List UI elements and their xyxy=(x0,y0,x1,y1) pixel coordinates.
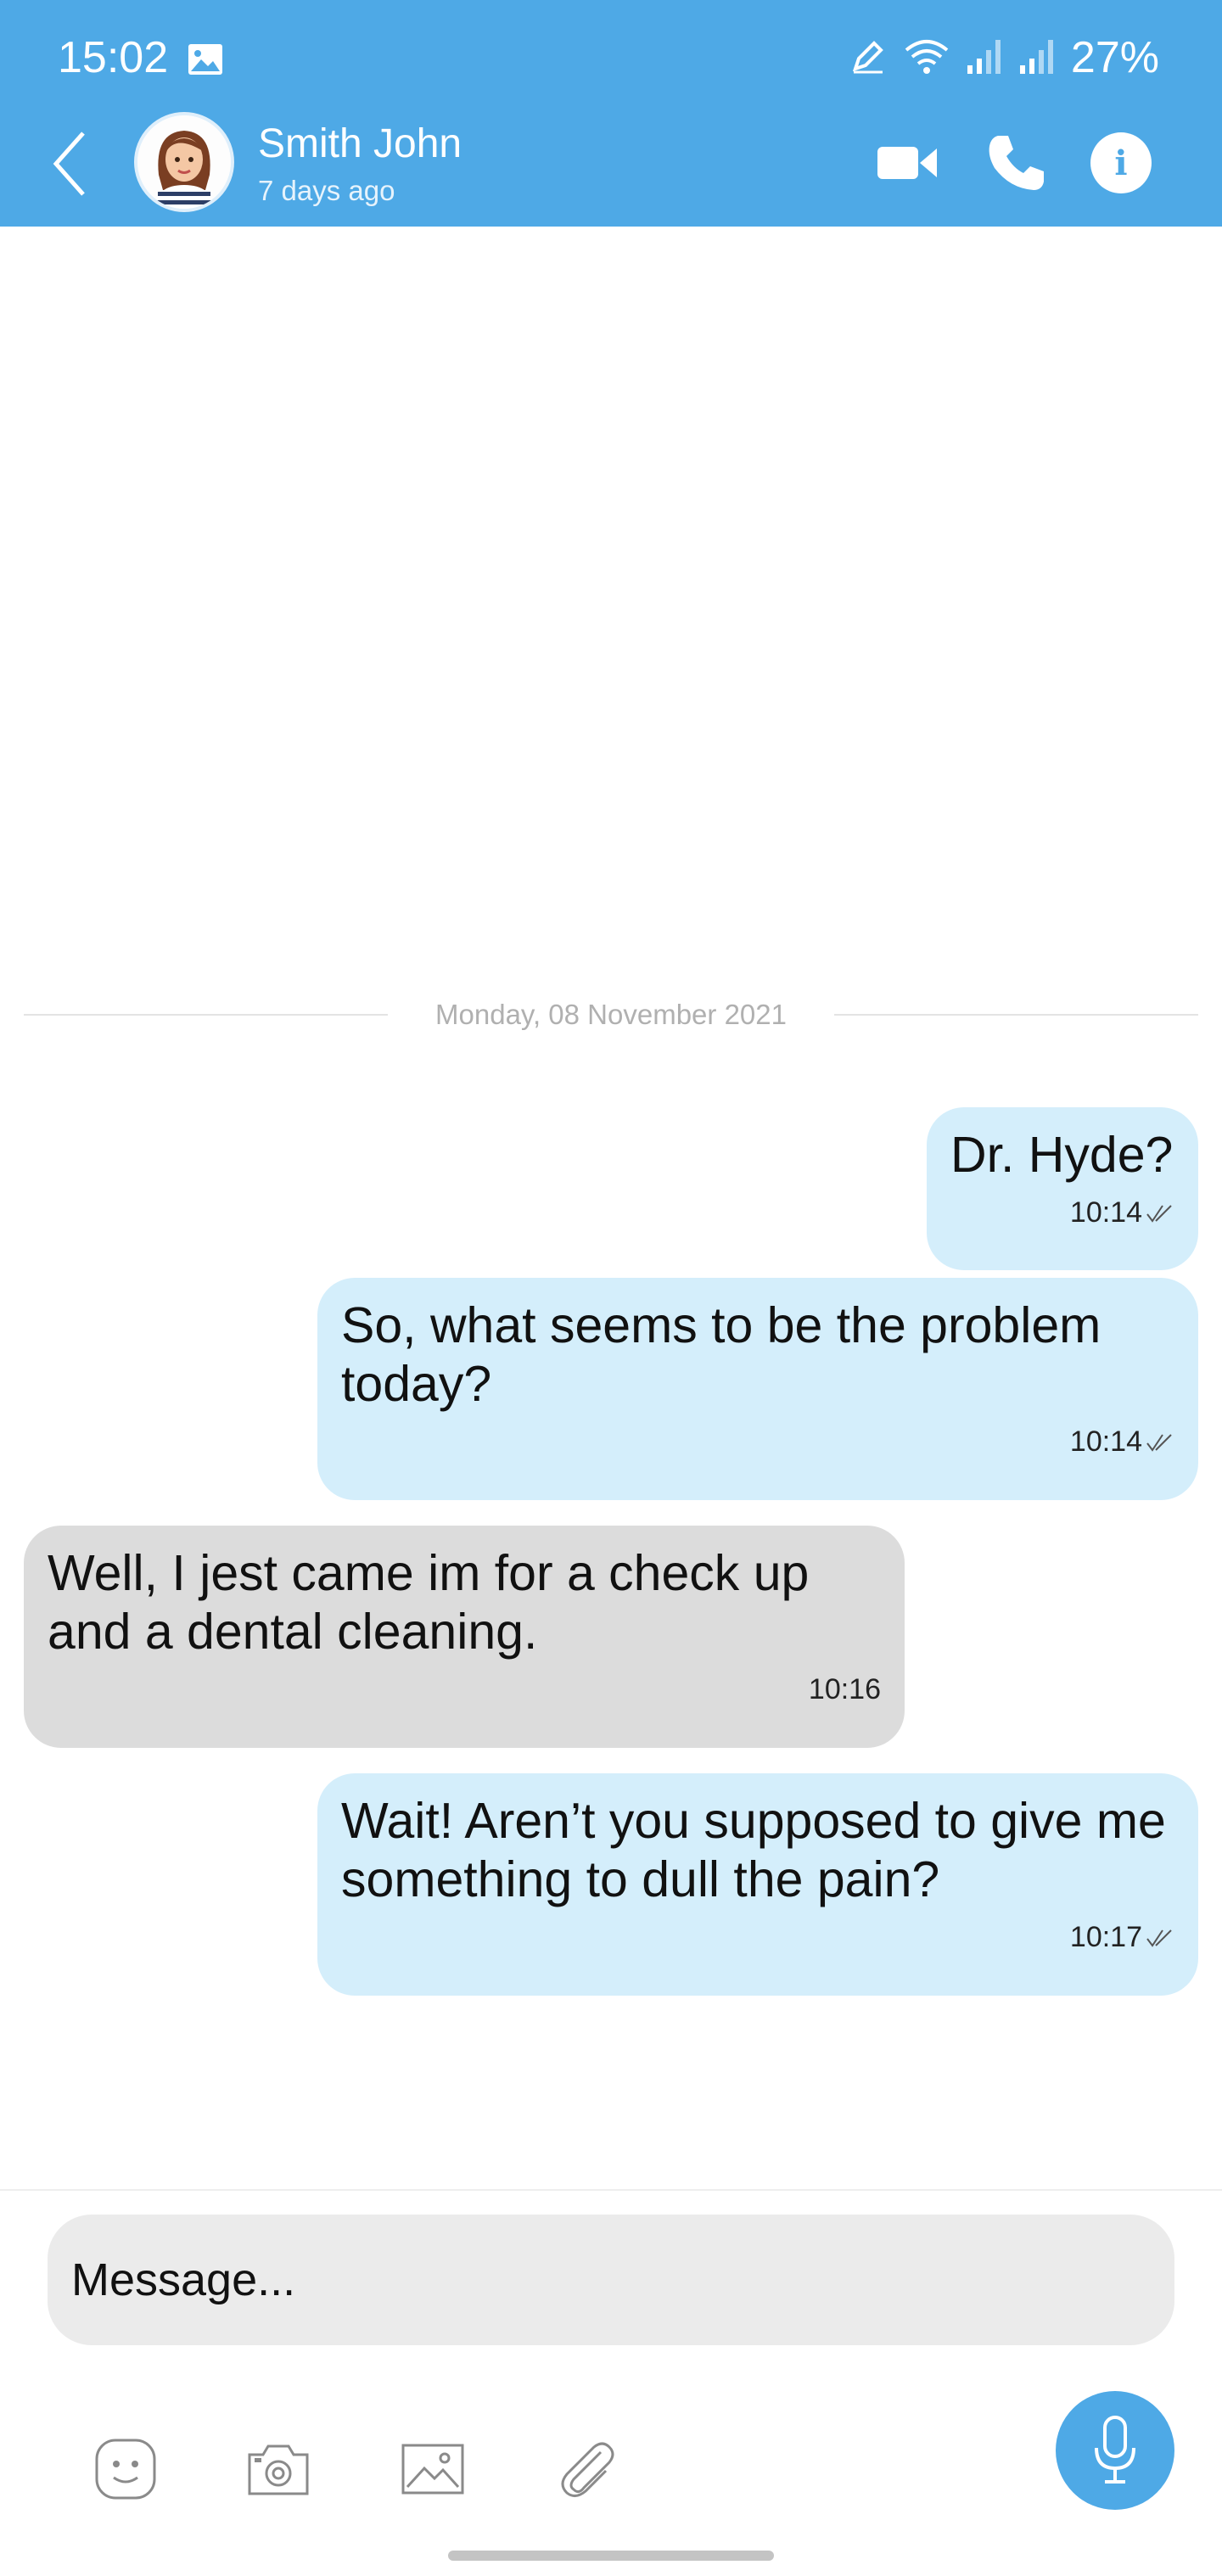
microphone-icon xyxy=(1095,2416,1135,2484)
voice-call-button[interactable] xyxy=(983,129,1051,197)
message-text: So, what seems to be the problem today? xyxy=(341,1297,1101,1412)
message-text: Well, I jest came im for a check up and … xyxy=(48,1545,810,1660)
message-input[interactable] xyxy=(48,2215,1174,2345)
camera-icon xyxy=(248,2444,309,2495)
message-text: Wait! Aren’t you supposed to give me som… xyxy=(341,1793,1166,1907)
message-time: 10:17 xyxy=(1069,1921,1142,1953)
divider-line xyxy=(833,1014,1198,1016)
gallery-button[interactable] xyxy=(399,2435,467,2503)
emoji-icon xyxy=(95,2439,156,2500)
camera-button[interactable] xyxy=(244,2435,312,2503)
avatar[interactable] xyxy=(134,112,234,212)
edit-icon xyxy=(849,36,888,80)
emoji-button[interactable] xyxy=(92,2435,160,2503)
attach-button[interactable] xyxy=(553,2435,621,2503)
contact-name[interactable]: Smith John xyxy=(258,120,462,167)
wifi-icon xyxy=(903,36,950,80)
gallery-icon xyxy=(187,42,224,76)
message-text: Dr. Hyde? xyxy=(950,1127,1174,1183)
image-icon xyxy=(401,2444,464,2495)
outgoing-message[interactable]: So, what seems to be the problem today? … xyxy=(317,1278,1198,1500)
message-time: 10:14 xyxy=(1069,1425,1142,1458)
video-call-button[interactable] xyxy=(874,129,942,197)
video-icon xyxy=(877,147,937,179)
outgoing-message[interactable]: Wait! Aren’t you supposed to give me som… xyxy=(317,1773,1198,1996)
signal-icon xyxy=(1018,36,1056,80)
message-meta: 10:17 xyxy=(341,1921,1174,1954)
status-icons: 27% xyxy=(849,32,1159,83)
read-receipt-icon xyxy=(1146,1204,1172,1223)
message-time: 10:16 xyxy=(808,1673,881,1705)
message-meta: 10:14 xyxy=(341,1425,1174,1459)
status-bar: 15:02 27% xyxy=(0,0,1222,119)
message-meta: 10:16 xyxy=(48,1673,881,1706)
divider-line xyxy=(24,1014,389,1016)
info-icon: i xyxy=(1090,132,1152,193)
composer-divider xyxy=(0,2189,1222,2191)
info-button[interactable]: i xyxy=(1090,129,1152,197)
read-receipt-icon xyxy=(1146,1929,1172,1947)
chat-header: 15:02 27% Smith John 7 days ago i xyxy=(0,0,1222,227)
date-divider: Monday, 08 November 2021 xyxy=(24,998,1198,1032)
attach-icon xyxy=(561,2442,614,2497)
incoming-message[interactable]: Well, I jest came im for a check up and … xyxy=(24,1526,905,1748)
back-button[interactable] xyxy=(44,126,95,202)
back-icon xyxy=(53,132,85,196)
date-label: Monday, 08 November 2021 xyxy=(435,999,787,1030)
voice-record-button[interactable] xyxy=(1056,2391,1174,2510)
message-meta: 10:14 xyxy=(950,1196,1174,1229)
signal-icon xyxy=(966,36,1003,80)
battery-level: 27% xyxy=(1070,33,1159,82)
outgoing-message[interactable]: Dr. Hyde? 10:14 xyxy=(927,1107,1198,1270)
last-seen-status: 7 days ago xyxy=(258,175,395,206)
phone-icon xyxy=(989,136,1044,190)
message-time: 10:14 xyxy=(1069,1196,1142,1229)
status-time: 15:02 xyxy=(58,33,169,82)
home-indicator[interactable] xyxy=(448,2551,774,2561)
read-receipt-icon xyxy=(1146,1433,1172,1452)
